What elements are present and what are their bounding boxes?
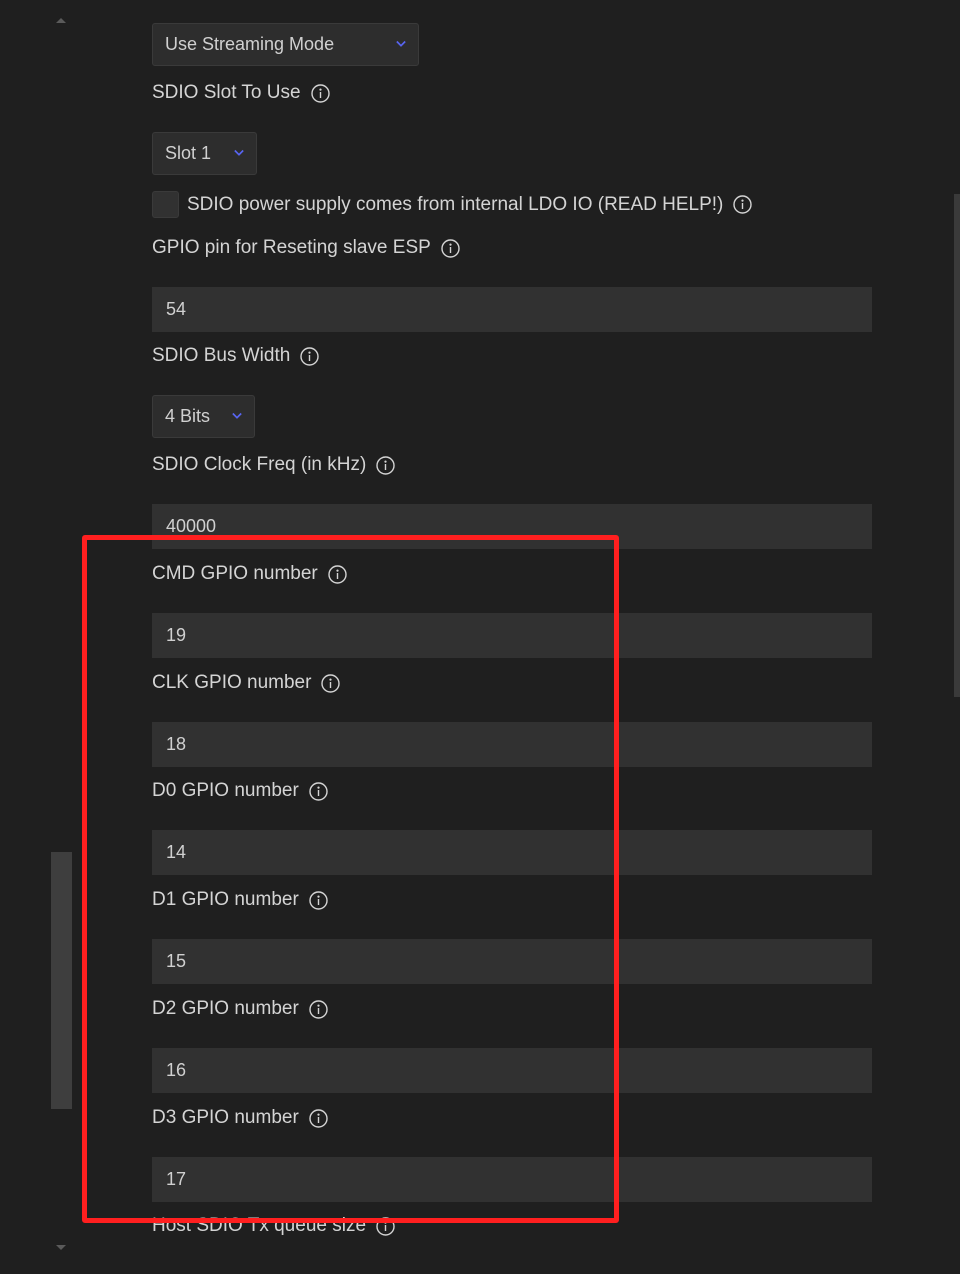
d3-gpio-input[interactable] <box>152 1157 872 1202</box>
clock-freq-label: SDIO Clock Freq (in kHz) <box>152 454 396 476</box>
scroll-down-arrow-icon[interactable] <box>56 1245 66 1250</box>
info-icon[interactable] <box>310 83 330 103</box>
chevron-down-icon <box>234 149 244 159</box>
info-icon[interactable] <box>376 455 396 475</box>
d0-gpio-input[interactable] <box>152 830 872 875</box>
bus-width-label: SDIO Bus Width <box>152 345 320 367</box>
tx-queue-label: Host SDIO Tx queue size <box>152 1215 395 1237</box>
reset-gpio-label: GPIO pin for Reseting slave ESP <box>152 237 460 259</box>
info-icon[interactable] <box>309 781 328 801</box>
info-icon[interactable] <box>441 238 460 258</box>
cmd-gpio-input[interactable] <box>152 613 872 658</box>
cmd-gpio-label: CMD GPIO number <box>152 563 347 585</box>
right-scrollbar-thumb[interactable] <box>954 194 960 697</box>
sdio-slot-label: SDIO Slot To Use <box>152 82 330 104</box>
d1-gpio-input[interactable] <box>152 939 872 984</box>
ldo-power-checkbox[interactable] <box>152 191 179 218</box>
d0-gpio-label: D0 GPIO number <box>152 780 328 802</box>
clk-gpio-input[interactable] <box>152 722 872 767</box>
streaming-mode-value: Use Streaming Mode <box>165 34 335 54</box>
info-icon[interactable] <box>309 999 328 1019</box>
bus-width-select[interactable]: 4 Bits <box>152 395 255 438</box>
info-icon[interactable] <box>733 195 753 214</box>
streaming-mode-select[interactable]: Use Streaming Mode <box>152 23 419 66</box>
info-icon[interactable] <box>376 1216 395 1236</box>
info-icon[interactable] <box>300 346 320 366</box>
info-icon[interactable] <box>321 673 341 693</box>
ldo-power-label: SDIO power supply comes from internal LD… <box>187 191 753 218</box>
sdio-slot-value: Slot 1 <box>165 143 212 163</box>
d1-gpio-label: D1 GPIO number <box>152 889 328 911</box>
d2-gpio-label: D2 GPIO number <box>152 998 328 1020</box>
sdio-slot-select[interactable]: Slot 1 <box>152 132 257 175</box>
info-icon[interactable] <box>309 890 328 910</box>
chevron-down-icon <box>232 412 242 422</box>
d2-gpio-input[interactable] <box>152 1048 872 1093</box>
bus-width-value: 4 Bits <box>165 406 211 426</box>
scroll-up-arrow-icon[interactable] <box>56 18 66 23</box>
chevron-down-icon <box>396 40 406 50</box>
scrollbar-thumb[interactable] <box>51 852 72 1109</box>
reset-gpio-input[interactable] <box>152 287 872 332</box>
d3-gpio-label: D3 GPIO number <box>152 1107 328 1129</box>
info-icon[interactable] <box>309 1108 328 1128</box>
clock-freq-input[interactable] <box>152 504 872 549</box>
clk-gpio-label: CLK GPIO number <box>152 672 341 694</box>
info-icon[interactable] <box>328 564 347 584</box>
